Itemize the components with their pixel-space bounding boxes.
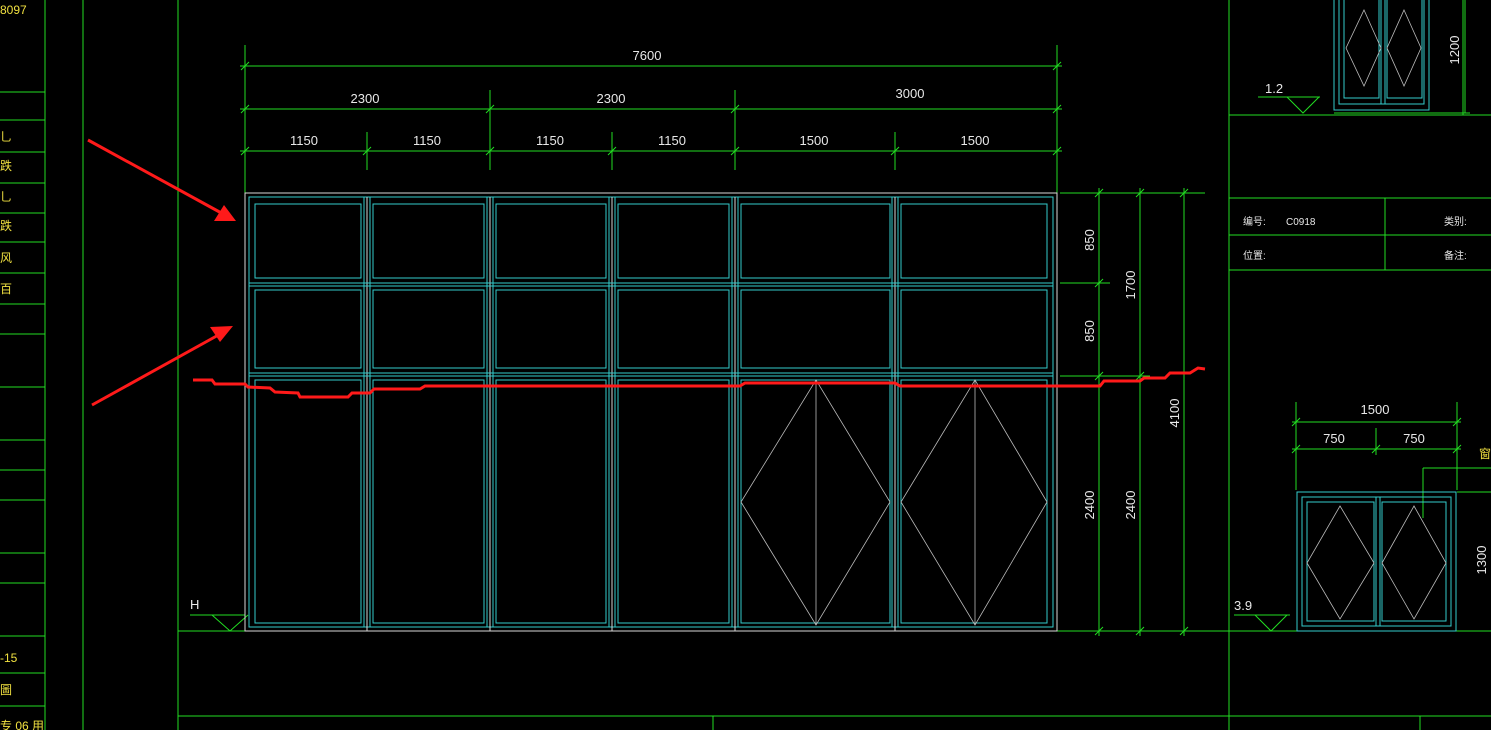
info-id-value: C0918 xyxy=(1286,217,1316,228)
left-char-6: 百 xyxy=(0,282,12,296)
window-bottom-label-char: 窗 xyxy=(1479,447,1491,461)
left-column-rules xyxy=(0,91,45,707)
dim-section-1: 2300 xyxy=(351,91,380,106)
left-char-2: 跌 xyxy=(0,158,12,173)
dim-panel-1: 1150 xyxy=(290,133,318,148)
dim-panel-6: 1500 xyxy=(961,133,990,148)
dim-overall-width: 7600 xyxy=(633,48,662,63)
left-char-4: 跌 xyxy=(0,218,12,233)
curtain-wall xyxy=(244,192,1058,632)
left-char-5: 风 xyxy=(0,251,12,265)
dim-height-upper-total: 1700 xyxy=(1123,271,1138,300)
dim-height-bottom: 2400 xyxy=(1082,491,1097,520)
red-annotations xyxy=(87,138,1206,407)
window-bottom-elevation xyxy=(1234,402,1491,632)
left-bottom-code: -15 xyxy=(0,651,18,665)
info-position-label: 位置: xyxy=(1243,249,1266,262)
red-arrow-lower xyxy=(91,331,223,407)
window-bottom-half-2: 750 xyxy=(1403,431,1425,446)
cad-drawing-canvas: 8097 乚 跌 乚 跌 风 百 -15 圖 专 06 用 7600 2300 … xyxy=(0,0,1491,730)
dim-panel-5: 1500 xyxy=(800,133,829,148)
info-id-label: 编号: xyxy=(1243,215,1266,228)
dim-panel-4: 1150 xyxy=(658,133,686,148)
dim-section-3: 3000 xyxy=(896,86,925,101)
window-bottom-height: 1300 xyxy=(1474,546,1489,575)
window-top-level: 1.2 xyxy=(1265,81,1283,96)
window-bottom-overall: 1500 xyxy=(1361,402,1390,417)
window-top-elevation xyxy=(1258,0,1470,114)
window-bottom-half-1: 750 xyxy=(1323,431,1345,446)
dim-section-2: 2300 xyxy=(597,91,626,106)
left-char-3: 乚 xyxy=(0,190,12,204)
left-top-code: 8097 xyxy=(0,3,27,17)
dim-height-top: 850 xyxy=(1082,229,1097,251)
info-type-label: 类别: xyxy=(1444,215,1467,228)
dim-height-middle: 850 xyxy=(1082,320,1097,342)
dim-panel-3: 1150 xyxy=(536,133,564,148)
red-arrow-upper xyxy=(87,138,226,217)
dim-panel-2: 1150 xyxy=(413,133,441,148)
window-top-height: 1200 xyxy=(1447,36,1462,65)
level-mark-h: H xyxy=(190,597,199,612)
left-bottom-char: 圖 xyxy=(0,683,12,697)
left-last-fragment: 专 06 用 xyxy=(0,718,44,730)
dim-height-lower-total: 2400 xyxy=(1123,491,1138,520)
window-bottom-level: 3.9 xyxy=(1234,598,1252,613)
left-char-1: 乚 xyxy=(0,130,12,144)
info-note-label: 备注: xyxy=(1444,249,1467,262)
dim-total-height: 4100 xyxy=(1167,399,1182,428)
